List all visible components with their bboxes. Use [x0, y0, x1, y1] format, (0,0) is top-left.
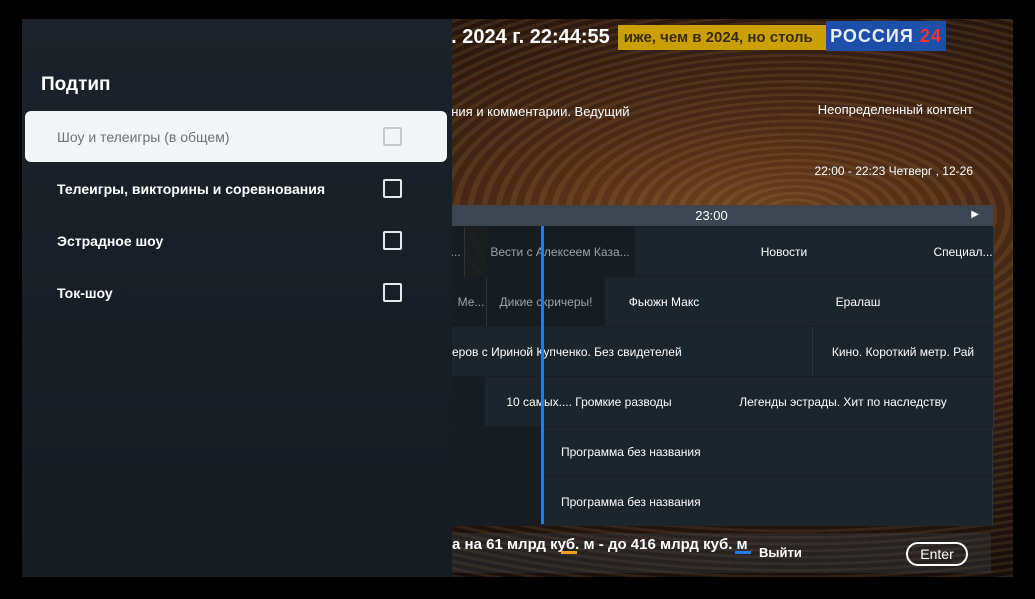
epg-cell[interactable]: Новости — [635, 227, 934, 276]
program-time: 22:00 - 22:23 Четверг , 12-26 — [814, 164, 973, 178]
epg-cell[interactable]: Кино. Короткий метр. Рай — [813, 327, 994, 376]
scroll-right-icon[interactable]: ▶ — [971, 209, 979, 220]
broadcast-datetime: ек. 2024 г. 22:44:55 — [430, 25, 610, 48]
epg-row: Программа без названия — [430, 426, 993, 476]
epg-row: Программа без названия — [430, 476, 993, 526]
checkbox[interactable] — [383, 127, 402, 146]
option-label: Ток-шоу — [57, 284, 113, 301]
program-description: ования и комментарии. Ведущий — [430, 104, 630, 119]
channel-number: 24 — [919, 25, 942, 46]
option-label: Эстрадное шоу — [57, 232, 164, 249]
current-time-indicator — [541, 226, 544, 524]
blue-key-indicator — [735, 551, 751, 554]
bottom-news-ticker: газа на 61 млрд куб. м - до 416 млрд куб… — [430, 536, 748, 553]
epg-row: 10 самых.... Громкие разводы Легенды эст… — [430, 376, 994, 426]
epg-cell[interactable]: Ме... — [456, 277, 487, 326]
checkbox[interactable] — [383, 179, 402, 198]
epg-cell[interactable]: Специал... — [933, 227, 994, 276]
option-label: Шоу и телеигры (в общем) — [57, 128, 230, 145]
option-show-games-general[interactable]: Шоу и телеигры (в общем) — [25, 111, 447, 162]
epg-timebar: 23:00 ▶ — [430, 205, 993, 226]
option-talk-show[interactable]: Ток-шоу — [25, 267, 447, 318]
option-label: Телеигры, викторины и соревнования — [57, 180, 325, 197]
time-label: 23:00 — [695, 208, 728, 223]
option-games-quizzes-contests[interactable]: Телеигры, викторины и соревнования — [25, 163, 447, 214]
epg-cell[interactable]: Программа без названия — [541, 477, 993, 526]
content-category: Неопределенный контент — [817, 102, 973, 117]
epg-row: Ме... Дикие скричеры! Фьюжн Макс Ералаш — [430, 276, 994, 326]
news-ticker: иже, чем в 2024, но столь — [617, 24, 845, 50]
option-variety-show[interactable]: Эстрадное шоу — [25, 215, 447, 266]
checkbox[interactable] — [383, 283, 402, 302]
checkbox[interactable] — [383, 231, 402, 250]
channel-logo: РОССИЯ 24 — [826, 21, 946, 51]
channel-name: РОССИЯ — [830, 25, 914, 46]
epg-cell[interactable]: Ералаш — [723, 277, 994, 326]
subtype-filter-panel: Подтип Шоу и телеигры (в общем) Телеигры… — [22, 19, 452, 577]
enter-button[interactable]: Enter — [906, 542, 968, 566]
epg-cell[interactable]: Дикие скричеры! — [487, 277, 606, 326]
exit-button[interactable]: Выйти — [759, 545, 802, 560]
epg-cell[interactable]: Вести с Алексеем Каза... — [485, 227, 636, 276]
epg-row: еров с Ириной Купченко. Без свидетелей К… — [430, 326, 994, 376]
epg-row: с А... Вести с Алексеем Каза... Новости … — [430, 226, 994, 276]
epg-cell[interactable]: 10 самых.... Громкие разводы — [485, 377, 694, 426]
epg-cell[interactable]: Фьюжн Макс — [605, 277, 724, 326]
epg-cell[interactable]: Легенды эстрады. Хит по наследству — [693, 377, 994, 426]
epg-cell[interactable]: еров с Ириной Купченко. Без свидетелей — [430, 327, 813, 376]
epg-cell[interactable]: Программа без названия — [541, 427, 993, 476]
bottom-bar: газа на 61 млрд куб. м - до 416 млрд куб… — [430, 533, 991, 573]
epg-grid: 23:00 ▶ с А... Вести с Алексеем Каза... … — [430, 205, 994, 526]
panel-title: Подтип — [41, 74, 111, 95]
yellow-key-indicator — [561, 551, 577, 554]
